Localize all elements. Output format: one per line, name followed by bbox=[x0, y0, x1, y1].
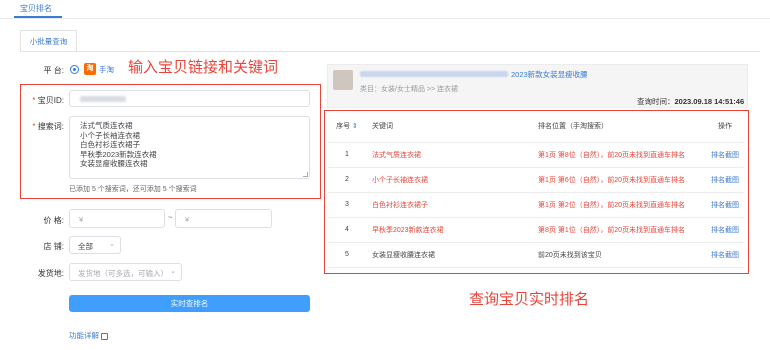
keyword-line: 小个子长袖连衣裙 bbox=[80, 130, 140, 140]
row-keyword: 早秋季2023新款连衣裙 bbox=[366, 217, 534, 243]
row-index: 3 bbox=[328, 192, 366, 218]
keywords-count-hint: 已添加 5 个搜索词，还可添加 5 个搜索词 bbox=[69, 186, 197, 193]
rank-screenshot-link[interactable]: 排名截图 bbox=[706, 192, 744, 218]
taobao-icon: 淘 bbox=[84, 63, 96, 75]
col-op: 操作 bbox=[706, 111, 744, 143]
store-label: 店 铺: bbox=[43, 242, 64, 251]
sub-tab-divider bbox=[20, 51, 760, 52]
ship-label: 发货地: bbox=[37, 269, 64, 278]
rank-screenshot-link[interactable]: 排名截图 bbox=[706, 167, 744, 193]
query-time: 查询时间：2023.09.18 14:51:46 bbox=[637, 97, 745, 106]
price-min-input[interactable]: ¥ bbox=[69, 209, 165, 228]
rank-table: 序号 ⇕ 关键词 排名位置（手淘搜索） 操作 1 法式气质连衣裙 第1页 第8位… bbox=[328, 111, 744, 268]
store-select[interactable]: 全部 ⌄ bbox=[69, 236, 121, 254]
realtime-rank-button[interactable]: 实时查排名 bbox=[69, 295, 310, 312]
tab-item-rank[interactable]: 宝贝排名 bbox=[20, 3, 52, 14]
product-title-blurred bbox=[360, 71, 510, 77]
row-rank: 第1页 第2位（自然），前20页未找到直通车排名 bbox=[534, 192, 706, 218]
row-index: 1 bbox=[328, 142, 366, 168]
keyword-line: 法式气质连衣裙 bbox=[80, 121, 133, 130]
product-category: 类目：女装/女士精品 >> 连衣裙 bbox=[360, 86, 459, 93]
table-row: 5 女装显瘦收腰连衣裙 前20页未找到该宝贝 排名截图 bbox=[328, 242, 744, 268]
keywords-textarea[interactable]: 法式气质连衣裙 小个子长袖连衣裙 白色衬衫连衣裙子 早秋季2023新款连衣裙 女… bbox=[69, 116, 310, 179]
price-max-input[interactable]: ¥ bbox=[175, 209, 272, 228]
table-header-row: 序号 ⇕ 关键词 排名位置（手淘搜索） 操作 bbox=[328, 111, 744, 143]
row-index: 5 bbox=[328, 242, 366, 268]
row-keyword: 法式气质连衣裙 bbox=[366, 142, 534, 168]
keyword-line: 白色衬衫连衣裙子 bbox=[80, 140, 140, 149]
top-divider bbox=[0, 18, 770, 19]
annotation-result-hint: 查询宝贝实时排名 bbox=[469, 290, 590, 308]
ship-select[interactable]: 发货地（可多选，可输入） ⌄ bbox=[69, 263, 182, 281]
help-link[interactable]: 功能详解 bbox=[69, 330, 109, 341]
chevron-down-icon: ⌄ bbox=[109, 241, 115, 248]
rank-screenshot-link[interactable]: 排名截图 bbox=[706, 242, 744, 268]
table-row: 3 白色衬衫连衣裙子 第1页 第2位（自然），前20页未找到直通车排名 排名截图 bbox=[328, 192, 744, 218]
platform-option-label[interactable]: 手淘 bbox=[99, 64, 114, 75]
rank-screenshot-link[interactable]: 排名截图 bbox=[706, 142, 744, 168]
platform-radio[interactable] bbox=[70, 65, 79, 74]
row-rank: 第1页 第6位（自然），前20页未找到直通车排名 bbox=[534, 167, 706, 193]
row-rank: 第8页 第1位（自然），前20页未找到直通车排名 bbox=[534, 217, 706, 243]
annotation-input-hint: 输入宝贝链接和关键词 bbox=[128, 58, 279, 76]
col-index[interactable]: 序号 ⇕ bbox=[328, 111, 366, 143]
row-rank: 前20页未找到该宝贝 bbox=[534, 242, 706, 268]
table-row: 1 法式气质连衣裙 第1页 第8位（自然），前20页未找到直通车排名 排名截图 bbox=[328, 142, 744, 168]
row-keyword: 小个子长袖连衣裙 bbox=[366, 167, 534, 193]
table-row: 2 小个子长袖连衣裙 第1页 第6位（自然），前20页未找到直通车排名 排名截图 bbox=[328, 167, 744, 193]
col-rank: 排名位置（手淘搜索） bbox=[534, 111, 706, 143]
row-rank: 第1页 第8位（自然），前20页未找到直通车排名 bbox=[534, 142, 706, 168]
row-keyword: 女装显瘦收腰连衣裙 bbox=[366, 242, 534, 268]
row-keyword: 白色衬衫连衣裙子 bbox=[366, 192, 534, 218]
resize-handle[interactable] bbox=[303, 172, 308, 177]
price-separator: ~ bbox=[168, 213, 173, 222]
row-index: 4 bbox=[328, 217, 366, 243]
chevron-down-icon: ⌄ bbox=[170, 268, 176, 275]
price-label: 价 格: bbox=[43, 216, 64, 225]
row-index: 2 bbox=[328, 167, 366, 193]
tab-small-batch-query[interactable]: 小批量查询 bbox=[20, 30, 77, 52]
sort-icon[interactable]: ⇕ bbox=[350, 123, 358, 130]
product-thumbnail[interactable] bbox=[333, 70, 353, 90]
rank-table-wrap: 序号 ⇕ 关键词 排名位置（手淘搜索） 操作 1 法式气质连衣裙 第1页 第8位… bbox=[328, 111, 744, 268]
keywords-label: * 搜索词: bbox=[32, 122, 64, 131]
col-keyword: 关键词 bbox=[366, 111, 534, 143]
platform-label: 平 台: bbox=[43, 66, 64, 75]
table-row: 4 早秋季2023新款连衣裙 第8页 第1位（自然），前20页未找到直通车排名 … bbox=[328, 217, 744, 243]
item-id-input[interactable] bbox=[69, 90, 310, 107]
keyword-line: 女装显瘦收腰连衣裙 bbox=[80, 159, 148, 168]
rank-screenshot-link[interactable]: 排名截图 bbox=[706, 217, 744, 243]
item-id-blurred bbox=[80, 96, 126, 102]
item-id-label: * 宝贝ID: bbox=[32, 96, 64, 105]
help-doc-icon bbox=[101, 332, 109, 340]
product-title-link[interactable]: 2023新款女装显瘦收腰 bbox=[511, 69, 588, 80]
keyword-line: 早秋季2023新款连衣裙 bbox=[80, 149, 157, 159]
